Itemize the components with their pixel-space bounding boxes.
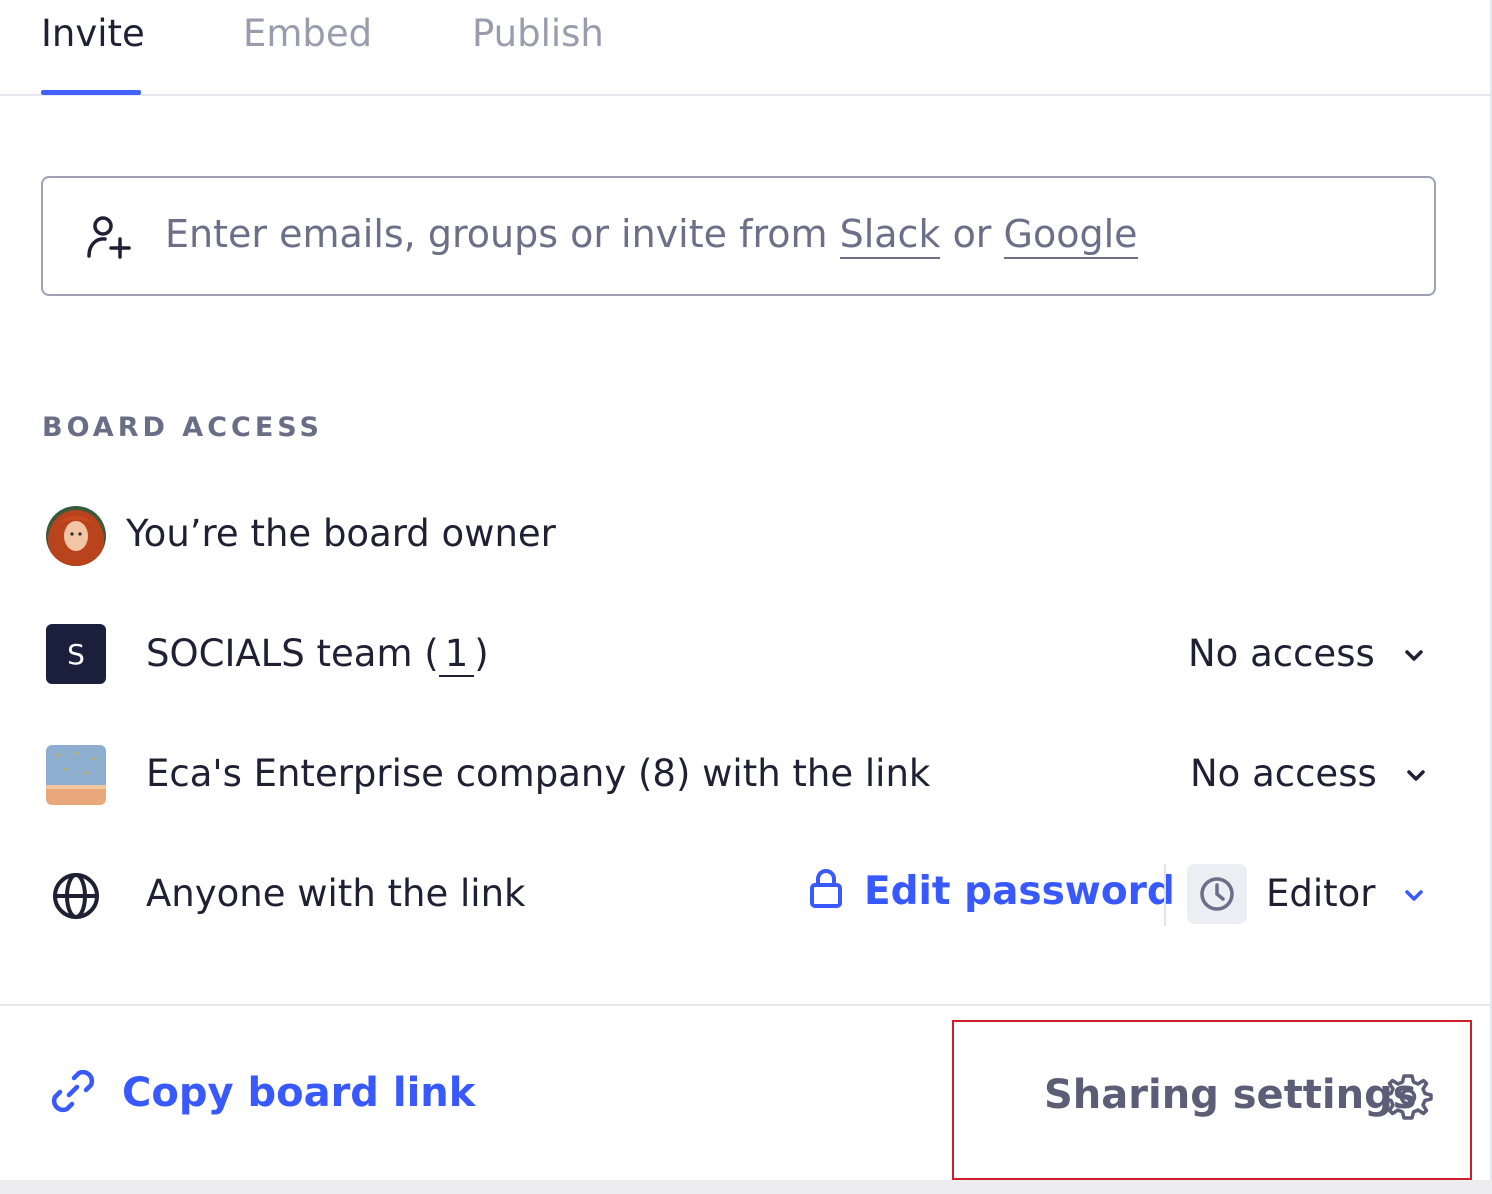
company-access-dropdown[interactable]: No access — [1190, 752, 1429, 795]
expiration-button[interactable] — [1187, 864, 1247, 924]
link-icon — [51, 1069, 95, 1113]
edit-password-button[interactable]: Edit password — [808, 868, 1175, 914]
active-tab-indicator — [41, 90, 141, 95]
owner-text: You’re the board owner — [126, 512, 556, 555]
company-name: Eca's Enterprise company (8) with the li… — [146, 752, 931, 795]
team-access-value: No access — [1188, 632, 1375, 675]
divider — [1164, 864, 1166, 926]
footer-divider — [0, 1004, 1490, 1006]
slack-link[interactable]: Slack — [839, 212, 941, 259]
chevron-down-icon — [1405, 889, 1424, 901]
tab-invite[interactable]: Invite — [41, 12, 145, 55]
google-link[interactable]: Google — [1003, 212, 1138, 259]
anyone-with-link-text: Anyone with the link — [146, 872, 526, 915]
company-image — [46, 745, 106, 805]
avatar — [46, 506, 106, 566]
invite-input[interactable]: Enter emails, groups or invite from Slac… — [41, 176, 1436, 296]
copy-board-link-button[interactable]: Copy board link — [46, 1064, 475, 1118]
invite-placeholder-text: Enter emails, groups or invite from — [165, 212, 828, 256]
team-name-text: SOCIALS team ( — [146, 632, 439, 675]
tab-embed[interactable]: Embed — [243, 12, 372, 55]
team-access-dropdown[interactable]: No access — [1188, 632, 1427, 675]
clock-icon — [1200, 877, 1234, 911]
sharing-settings-button[interactable]: Sharing settings — [1044, 1072, 1417, 1118]
team-badge: S — [46, 624, 106, 684]
bottom-strip — [0, 1180, 1492, 1194]
or-text: or — [952, 212, 992, 256]
team-name-close: ) — [474, 632, 489, 675]
chevron-down-icon — [1406, 769, 1425, 781]
company-logo — [46, 745, 106, 805]
owner-avatar-image — [46, 506, 106, 566]
lock-icon — [810, 869, 842, 908]
copy-board-link-label: Copy board link — [122, 1070, 476, 1116]
link-access-value: Editor — [1266, 872, 1376, 915]
company-access-value: No access — [1190, 752, 1377, 795]
tab-publish[interactable]: Publish — [472, 12, 604, 55]
team-member-count[interactable]: 1 — [438, 632, 475, 677]
add-user-icon — [87, 216, 131, 259]
link-access-dropdown[interactable]: Editor — [1266, 872, 1427, 915]
invite-placeholder: Enter emails, groups or invite from Slac… — [165, 212, 1138, 259]
share-panel: Invite Embed Publish Enter emails, group… — [0, 0, 1492, 1180]
edit-password-label: Edit password — [864, 869, 1175, 914]
tab-bar: Invite Embed Publish — [0, 0, 1490, 96]
gear-icon[interactable] — [1382, 1072, 1434, 1124]
team-name: SOCIALS team (1) — [146, 632, 489, 677]
globe-icon — [53, 873, 99, 919]
board-access-heading: BOARD ACCESS — [42, 412, 323, 443]
chevron-down-icon — [1404, 649, 1423, 661]
